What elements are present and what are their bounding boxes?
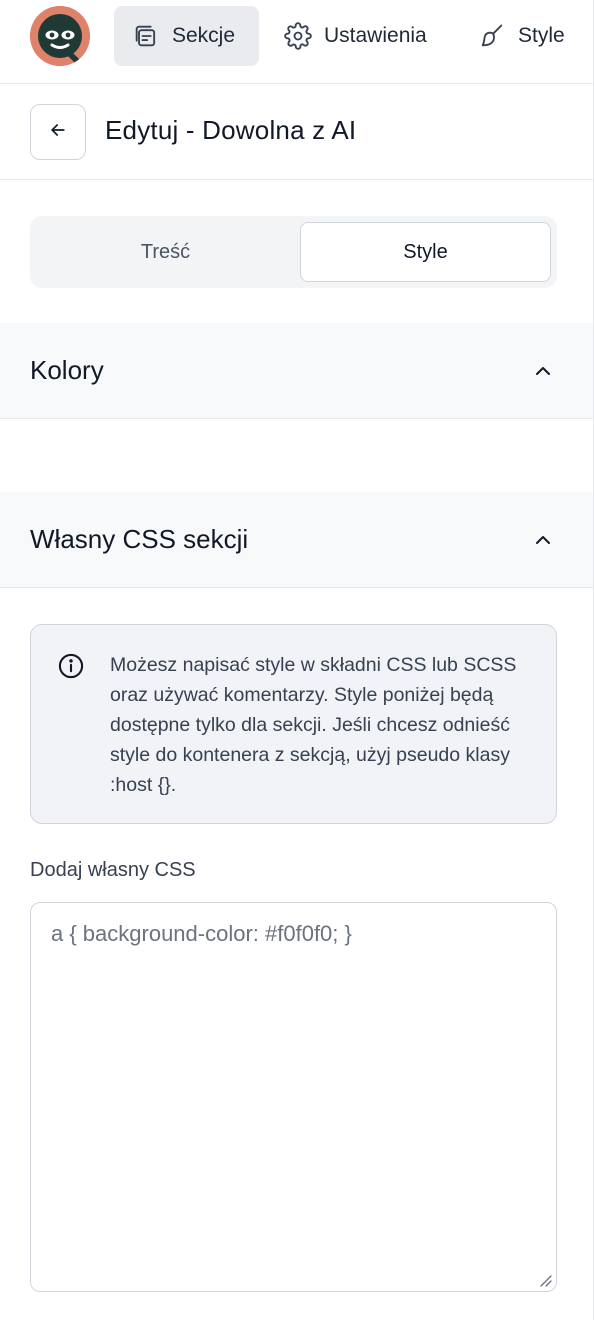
section-title: Kolory bbox=[30, 355, 104, 385]
custom-css-textarea[interactable] bbox=[30, 902, 557, 1292]
tab-tresc[interactable]: Treść bbox=[40, 222, 291, 282]
arrow-left-icon bbox=[48, 120, 68, 145]
section-header-colors[interactable]: Kolory bbox=[0, 323, 593, 419]
sloth-logo-icon[interactable] bbox=[30, 6, 90, 66]
nav-item-sekcje[interactable]: Sekcje bbox=[114, 6, 259, 66]
brush-icon bbox=[478, 22, 506, 50]
tab-style[interactable]: Style bbox=[300, 222, 551, 282]
nav-item-label: Sekcje bbox=[172, 24, 236, 47]
nav-item-style[interactable]: Style bbox=[478, 6, 594, 66]
nav-item-label: Style bbox=[518, 24, 565, 47]
chevron-up-icon bbox=[531, 528, 555, 552]
gear-icon bbox=[284, 22, 312, 50]
chevron-up-icon bbox=[531, 359, 555, 383]
back-button[interactable] bbox=[30, 104, 86, 160]
nav-item-label: Ustawienia bbox=[324, 24, 427, 47]
page-title: Edytuj - Dowolna z AI bbox=[105, 115, 357, 145]
info-box: Możesz napisać style w składni CSS lub S… bbox=[30, 624, 557, 824]
top-navigation: Sekcje Ustawienia Style bbox=[0, 0, 594, 84]
info-text: Możesz napisać style w składni CSS lub S… bbox=[110, 654, 517, 796]
copy-icon bbox=[132, 22, 160, 50]
css-field-label: Dodaj własny CSS bbox=[30, 859, 196, 881]
content-style-tabs: Treść Style bbox=[30, 216, 557, 288]
nav-item-ustawienia[interactable]: Ustawienia bbox=[284, 6, 454, 66]
section-header-custom-css[interactable]: Własny CSS sekcji bbox=[0, 492, 593, 588]
info-icon bbox=[57, 652, 85, 680]
editor-header: Edytuj - Dowolna z AI bbox=[0, 84, 594, 180]
section-title: Własny CSS sekcji bbox=[30, 524, 249, 554]
